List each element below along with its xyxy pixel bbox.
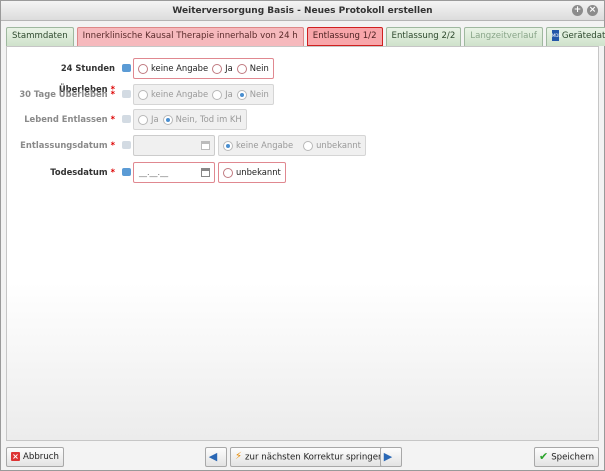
calendar-icon <box>201 141 210 150</box>
comment-icon <box>122 115 131 123</box>
comment-icon[interactable] <box>122 168 131 176</box>
tab-geraetedaten-label: Gerätedaten <box>561 31 605 41</box>
label-lebend-entlassen: Lebend Entlassen * <box>24 114 115 124</box>
tab-innerklinische-kausal-therapie[interactable]: Innerklinische Kausal Therapie innerhalb… <box>76 27 304 46</box>
option-ja[interactable]: Ja <box>212 59 233 78</box>
todesdatum-input[interactable]: __.__.__ <box>133 162 215 183</box>
option-keine-angabe: keine Angabe <box>138 85 208 104</box>
row-24-stunden: 24 Stunden Überleben * keine Angabe Ja Ne… <box>7 58 598 94</box>
radio-group-30-tage: keine Angabe Ja Nein <box>133 84 274 105</box>
label-entlassungsdatum: Entlassungsdatum * <box>20 140 115 150</box>
maximize-icon[interactable]: + <box>572 5 583 16</box>
lightning-icon: ⚡ <box>235 451 243 462</box>
label-30-tage: 30 Tage Überleben * <box>19 89 115 99</box>
row-todesdatum: Todesdatum * __.__.__ unbekannt <box>7 162 598 183</box>
label-todesdatum: Todesdatum * <box>50 167 115 177</box>
tab-langzeitverlauf[interactable]: Langzeitverlauf <box>464 27 543 46</box>
row-entlassungsdatum: Entlassungsdatum * keine Angabe unbekannt <box>7 135 598 156</box>
option-nein: Nein <box>236 85 269 104</box>
comment-icon[interactable] <box>122 64 131 72</box>
row-30-tage: 30 Tage Überleben * keine Angabe Ja Nein <box>7 84 598 105</box>
option-unbekannt: unbekannt <box>303 136 361 155</box>
cancel-icon: × <box>11 452 20 461</box>
next-button[interactable]: ▶ <box>380 447 402 467</box>
radio-group-24-stunden: keine Angabe Ja Nein <box>133 58 274 79</box>
calendar-icon[interactable] <box>201 168 210 177</box>
radio-group-lebend-entlassen: Ja Nein, Tod im KH <box>133 109 247 130</box>
option-ja: Ja <box>212 85 233 104</box>
title-bar: Weiterversorgung Basis - Neues Protokoll… <box>1 1 604 21</box>
dialog-window: Weiterversorgung Basis - Neues Protokoll… <box>0 0 605 471</box>
comment-icon <box>122 141 131 149</box>
comment-icon <box>122 90 131 98</box>
tab-entlassung-2[interactable]: Entlassung 2/2 <box>385 27 462 46</box>
form-panel: 24 Stunden Überleben * keine Angabe Ja Ne… <box>6 46 599 441</box>
option-nein-tod-im-kh: Nein, Tod im KH <box>162 110 242 129</box>
option-keine-angabe: keine Angabe <box>223 136 293 155</box>
tab-entlassung-1[interactable]: Entlassung 1/2 <box>306 27 383 46</box>
previous-button[interactable]: ◀ <box>205 447 227 467</box>
next-correction-button[interactable]: ⚡ zur nächsten Korrektur springen <box>230 447 389 467</box>
radio-group-entlassungsdatum: keine Angabe unbekannt <box>218 135 366 156</box>
device-badge-icon: MDD <box>551 30 561 41</box>
arrow-left-icon: ◀ <box>208 450 218 463</box>
window-title: Weiterversorgung Basis - Neues Protokoll… <box>172 6 433 16</box>
close-icon[interactable]: × <box>587 5 598 16</box>
radio-group-todesdatum: unbekannt <box>218 162 286 183</box>
option-keine-angabe[interactable]: keine Angabe <box>138 59 208 78</box>
arrow-right-icon: ▶ <box>383 450 393 463</box>
option-unbekannt[interactable]: unbekannt <box>223 163 281 182</box>
option-nein[interactable]: Nein <box>236 59 269 78</box>
tab-stammdaten[interactable]: Stammdaten <box>6 27 74 46</box>
tab-geraetedaten[interactable]: MDDGerätedaten <box>545 27 605 46</box>
abbruch-button[interactable]: × Abbruch <box>6 447 64 467</box>
speichern-button[interactable]: ✔ Speichern <box>534 447 600 467</box>
option-ja: Ja <box>138 110 159 129</box>
row-lebend-entlassen: Lebend Entlassen * Ja Nein, Tod im KH <box>7 109 598 130</box>
entlassungsdatum-input <box>133 135 215 156</box>
checkmark-icon: ✔ <box>539 450 549 463</box>
tab-bar: Stammdaten Innerklinische Kausal Therapi… <box>6 27 605 46</box>
footer-bar: × Abbruch ◀ ⚡ zur nächsten Korrektur sprin… <box>1 444 604 470</box>
